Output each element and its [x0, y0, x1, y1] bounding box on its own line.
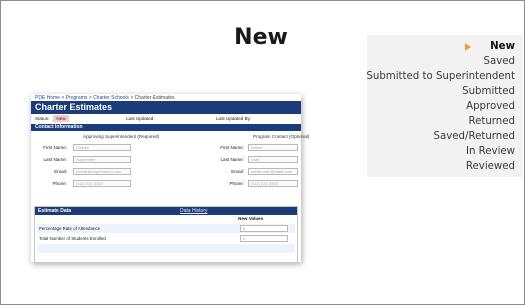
table-row: Total Number of Students Enrolled 0 — [37, 234, 295, 243]
contact-last-name-label: Last Name: — [220, 157, 245, 162]
current-status-arrow-icon — [465, 43, 471, 51]
sup-first-name-label: First Name: — [43, 145, 67, 150]
status-row: Status: New Last Updated: Last Updated B… — [31, 115, 301, 123]
status-item-in-review: In Review — [465, 146, 515, 157]
contact-last-name-input[interactable]: User — [248, 156, 298, 163]
status-item-approved: Approved — [466, 101, 515, 112]
sup-last-name-input[interactable]: Superinten — [73, 156, 131, 163]
sup-email-label: Email: — [54, 169, 67, 174]
charter-estimates-screenshot: PDE Home > Programs > Charter Schools > … — [31, 94, 309, 263]
table-row — [37, 244, 295, 253]
contact-email-input[interactable]: admin.user@state.com — [248, 168, 298, 175]
estimate-section-bar: Estimate Data Data History — [35, 207, 297, 215]
sup-phone-label: Phone: — [52, 181, 67, 186]
contact-email-label: Email: — [231, 169, 244, 174]
contact-section-title: Contact Information — [35, 124, 83, 130]
contact-first-name-input[interactable]: Admin — [248, 144, 298, 151]
students-enrolled-input[interactable]: 0 — [240, 235, 288, 242]
status-item-saved-returned: Saved/Returned — [433, 131, 515, 142]
contact-phone-label: Phone: — [229, 181, 244, 186]
status-label: Status: — [35, 116, 50, 121]
status-list-panel: New Saved Submitted to Superintendent Su… — [366, 35, 523, 177]
sup-first-name-input[interactable]: Charlie — [73, 144, 131, 151]
sup-email-input[interactable]: charlie@superintend.com — [73, 168, 131, 175]
status-item-submitted-to-superintendent: Submitted to Superintendent — [366, 71, 515, 82]
status-item-reviewed: Reviewed — [465, 161, 515, 172]
superintendent-heading: Approving Superintendent (Required) — [83, 134, 160, 139]
slide-title: New — [234, 25, 288, 50]
contact-section-bar: Contact Information — [31, 124, 301, 131]
attendance-rate-input[interactable]: 0 — [240, 225, 288, 232]
status-badge: New — [53, 115, 69, 122]
last-updated-label: Last Updated: — [126, 116, 155, 121]
row-label: Percentage Rate of Attendance — [39, 226, 101, 231]
status-item-returned: Returned — [468, 116, 515, 127]
status-item-new: New — [490, 41, 515, 52]
program-contact-heading: Program Contact (Optional) — [253, 134, 310, 139]
status-item-saved: Saved — [483, 56, 515, 67]
estimate-section-title: Estimate Data — [38, 208, 72, 214]
sup-phone-input[interactable]: (111) 222-3333 — [73, 180, 131, 187]
new-values-header: New Values — [238, 216, 264, 221]
status-item-submitted: Submitted — [462, 86, 515, 97]
row-label: Total Number of Students Enrolled — [39, 236, 106, 241]
table-row: Percentage Rate of Attendance 0 — [37, 224, 295, 233]
last-updated-by-label: Last Updated By: — [216, 116, 252, 121]
contact-first-name-label: First Name: — [220, 145, 244, 150]
slide: New New Saved Submitted to Superintenden… — [0, 0, 525, 305]
sup-last-name-label: Last Name: — [43, 157, 68, 162]
contact-phone-input[interactable]: (111) 222-3333 — [248, 180, 298, 187]
page-title: Charter Estimates — [35, 102, 113, 112]
data-history-link[interactable]: Data History — [180, 207, 208, 215]
estimate-data-panel: Estimate Data Data History New Values Pe… — [34, 206, 298, 263]
page-header: Charter Estimates — [31, 101, 301, 114]
